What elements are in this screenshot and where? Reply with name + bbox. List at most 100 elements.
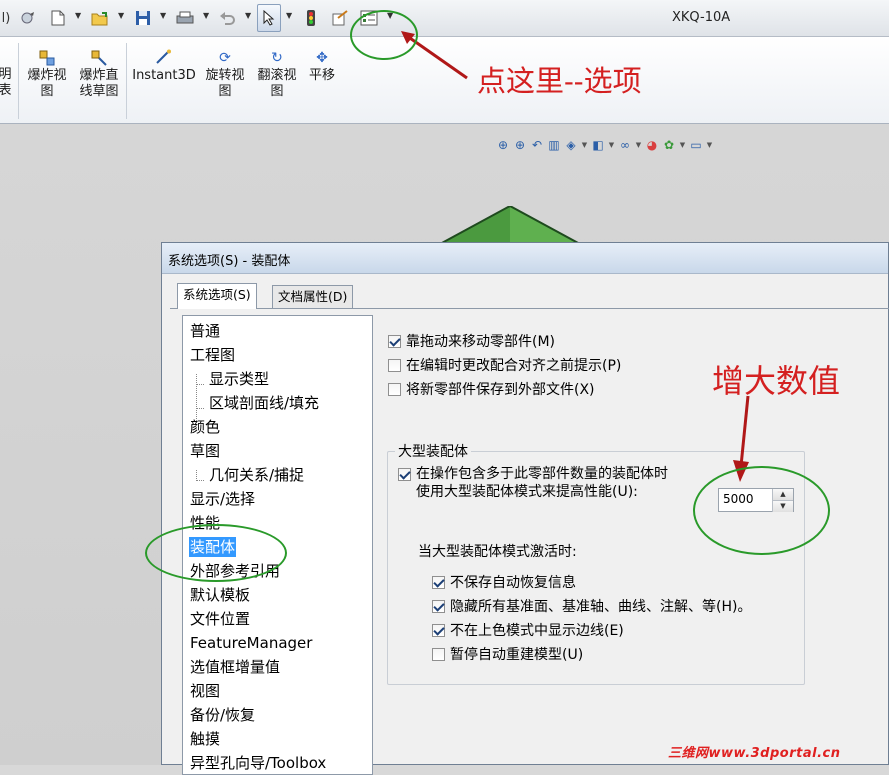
drag-move-components-option[interactable]: 靠拖动来移动零部件(M) — [388, 331, 555, 351]
no-auto-recover-checkbox[interactable] — [432, 575, 445, 589]
tree-item-spin-box-increments[interactable]: 选值框增量值 — [190, 657, 280, 677]
rotate-view-label-1: 旋转视 — [205, 68, 245, 83]
tree-item-touch[interactable]: 触摸 — [190, 729, 220, 749]
roll-view-label-1: 翻滚视 — [257, 68, 297, 83]
previous-view-icon[interactable]: ↶ — [530, 138, 544, 152]
instant3d-button[interactable]: Instant3D — [131, 49, 197, 84]
chevron-down-icon[interactable]: ▼ — [679, 141, 686, 149]
tree-item-area-hatch[interactable]: 区域剖面线/填充 — [209, 393, 319, 413]
chevron-down-icon[interactable]: ▼ — [75, 11, 81, 20]
tree-item-display-selection[interactable]: 显示/选择 — [190, 489, 255, 509]
roll-view-button[interactable]: ↻ 翻滚视 图 — [254, 49, 300, 100]
explode-line-sketch-label-2: 线草图 — [79, 84, 119, 99]
select-cursor-icon[interactable] — [257, 4, 281, 32]
tree-item-featuremanager[interactable]: FeatureManager — [190, 633, 312, 653]
app-title: XKQ-10A — [672, 10, 731, 25]
chevron-down-icon[interactable]: ▼ — [635, 141, 642, 149]
large-assembly-group-title: 大型装配体 — [395, 441, 471, 461]
hide-shaded-edges-label: 不在上色模式中显示边线(E) — [450, 623, 624, 639]
rotate-view-button[interactable]: ⟳ 旋转视 图 — [202, 49, 248, 100]
highlight-ring — [350, 10, 418, 60]
roll-view-label-2: 图 — [270, 84, 284, 99]
suspend-auto-rebuild-option[interactable]: 暂停自动重建模型(U) — [432, 644, 583, 664]
apply-scene-icon[interactable]: ✿ — [662, 138, 676, 152]
undo-icon[interactable] — [216, 7, 238, 29]
suspend-auto-rebuild-checkbox[interactable] — [432, 647, 445, 661]
section-view-icon[interactable]: ▥ — [547, 138, 561, 152]
tree-item-default-templates[interactable]: 默认模板 — [190, 585, 250, 605]
file-properties-icon[interactable] — [329, 7, 351, 29]
open-folder-icon[interactable] — [89, 7, 111, 29]
rebuild-icon[interactable] — [18, 7, 38, 29]
zoom-to-area-icon[interactable]: ⊕ — [513, 138, 527, 152]
no-auto-recover-option[interactable]: 不保存自动恢复信息 — [432, 572, 576, 592]
new-document-icon[interactable] — [48, 7, 68, 29]
tree-item-general[interactable]: 普通 — [190, 321, 220, 341]
prompt-mate-alignment-option[interactable]: 在编辑时更改配合对齐之前提示(P) — [388, 355, 621, 375]
tree-item-view[interactable]: 视图 — [190, 681, 220, 701]
instant3d-icon — [154, 49, 174, 67]
ribbon-divider — [18, 43, 19, 119]
highlight-ring — [145, 524, 287, 582]
display-style-icon[interactable]: ◧ — [591, 138, 605, 152]
instant3d-label: Instant3D — [132, 68, 196, 83]
ribbon-partial-label-1: 明 — [0, 67, 12, 82]
zoom-to-fit-icon[interactable]: ⊕ — [496, 138, 510, 152]
tree-item-backup-recover[interactable]: 备份/恢复 — [190, 705, 255, 725]
chevron-down-icon[interactable]: ▼ — [118, 11, 124, 20]
dialog-title-bar: 系统选项(S) - 装配体 — [162, 243, 888, 274]
chevron-down-icon[interactable]: ▼ — [286, 11, 292, 20]
use-large-assembly-mode-checkbox[interactable] — [398, 468, 411, 481]
explode-view-label-1: 爆炸视 — [27, 68, 67, 83]
chevron-down-icon[interactable]: ▼ — [203, 11, 209, 20]
tree-item-colors[interactable]: 颜色 — [190, 417, 220, 437]
save-new-components-external-option[interactable]: 将新零部件保存到外部文件(X) — [388, 379, 595, 399]
rotate-view-label-2: 图 — [218, 84, 232, 99]
pan-icon: ✥ — [316, 50, 328, 66]
rotate-view-icon: ⟳ — [219, 50, 231, 66]
prompt-mate-alignment-checkbox[interactable] — [388, 358, 401, 372]
hide-planes-axes-checkbox[interactable] — [432, 599, 445, 613]
tree-item-file-locations[interactable]: 文件位置 — [190, 609, 250, 629]
view-settings-icon[interactable]: ▭ — [689, 138, 703, 152]
hide-shaded-edges-option[interactable]: 不在上色模式中显示边线(E) — [432, 620, 624, 640]
tree-item-hole-wizard-toolbox[interactable]: 异型孔向导/Toolbox — [190, 753, 326, 773]
chevron-down-icon[interactable]: ▼ — [160, 11, 166, 20]
ribbon-partial-button[interactable]: 明 表 — [0, 67, 13, 99]
explode-view-button[interactable]: 爆炸视 图 — [23, 49, 71, 100]
watermark: 三维网www.3dportal.cn — [668, 746, 841, 761]
tree-item-sketch[interactable]: 草图 — [190, 441, 220, 461]
highlight-ring — [693, 466, 830, 555]
roll-view-icon: ↻ — [271, 50, 283, 66]
chevron-down-icon[interactable]: ▼ — [706, 141, 713, 149]
explode-line-sketch-button[interactable]: 爆炸直 线草图 — [75, 49, 123, 100]
tree-item-display-type[interactable]: 显示类型 — [209, 369, 269, 389]
hide-show-items-icon[interactable]: ∞ — [618, 138, 632, 152]
tree-item-drawings[interactable]: 工程图 — [190, 345, 235, 365]
ribbon-partial-label-2: 表 — [0, 83, 12, 98]
chevron-down-icon[interactable]: ▼ — [581, 141, 588, 149]
hide-shaded-edges-checkbox[interactable] — [432, 623, 445, 637]
heads-up-view-toolbar: ⊕ ⊕ ↶ ▥ ◈ ▼ ◧ ▼ ∞ ▼ ◕ ✿ ▼ ▭ ▼ — [496, 136, 713, 154]
chevron-down-icon[interactable]: ▼ — [245, 11, 251, 20]
tab-document-properties[interactable]: 文档属性(D) — [272, 285, 354, 308]
print-icon[interactable] — [174, 7, 196, 29]
explode-view-label-2: 图 — [40, 84, 54, 99]
suspend-auto-rebuild-label: 暂停自动重建模型(U) — [450, 647, 584, 663]
options-annotation: 点这里--选项 — [477, 64, 642, 98]
edit-appearance-icon[interactable]: ◕ — [645, 138, 659, 152]
pan-button[interactable]: ✥ 平移 — [305, 49, 339, 84]
drag-move-components-label: 靠拖动来移动零部件(M) — [406, 334, 556, 350]
save-icon[interactable] — [132, 7, 154, 29]
save-new-components-external-checkbox[interactable] — [388, 382, 401, 396]
drag-move-components-checkbox[interactable] — [388, 334, 401, 348]
chevron-down-icon[interactable]: ▼ — [608, 141, 615, 149]
ribbon-divider — [126, 43, 127, 119]
use-large-assembly-mode-option[interactable]: 在操作包含多于此零部件数量的装配体时 使用大型装配体模式来提高性能(U): — [398, 465, 668, 501]
no-auto-recover-label: 不保存自动恢复信息 — [450, 575, 576, 591]
hide-planes-axes-option[interactable]: 隐藏所有基准面、基准轴、曲线、注解、等(H)。 — [432, 596, 751, 616]
tab-system-options[interactable]: 系统选项(S) — [177, 283, 257, 309]
traffic-light-icon[interactable] — [303, 7, 319, 29]
tree-item-relations-snaps[interactable]: 几何关系/捕捉 — [209, 465, 304, 485]
view-orientation-icon[interactable]: ◈ — [564, 138, 578, 152]
